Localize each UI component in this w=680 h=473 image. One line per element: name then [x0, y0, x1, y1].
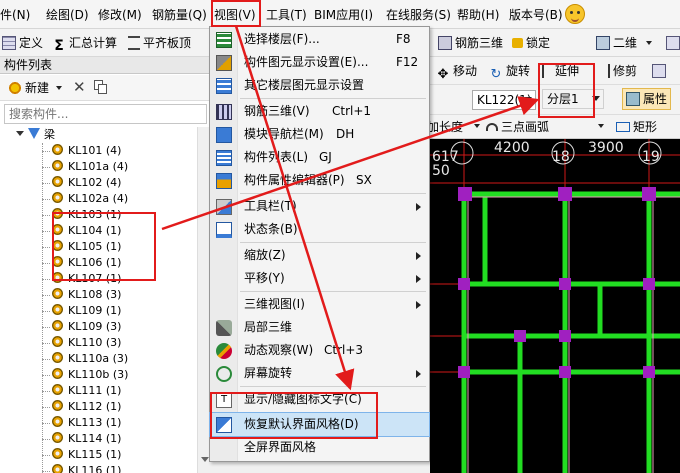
- annotation-arrow: [161, 96, 540, 231]
- annotation-arrow: [234, 25, 355, 391]
- annotation-arrows: [161, 25, 540, 391]
